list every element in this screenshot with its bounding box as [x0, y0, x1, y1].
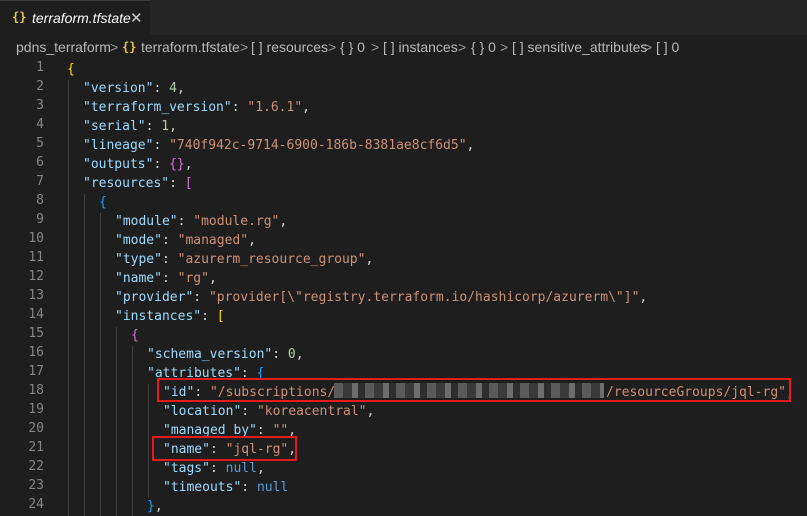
- line-number: 11: [28, 250, 44, 265]
- code-line-2: "version": 4,: [83, 81, 185, 96]
- code-line-22: "tags": null,: [163, 461, 265, 476]
- code-line-1: {: [67, 62, 75, 77]
- line-number: 14: [28, 307, 44, 322]
- line-number: 19: [28, 402, 44, 417]
- breadcrumb-item-instance-0[interactable]: { } 0: [471, 39, 496, 55]
- breadcrumb-item-sensitive-attributes[interactable]: [ ] sensitive_attributes: [512, 39, 647, 55]
- chevron-right-icon: >: [240, 39, 249, 55]
- chevron-right-icon: >: [328, 39, 337, 55]
- breadcrumb-file[interactable]: terraform.tfstate: [141, 39, 240, 55]
- code-line-13: "provider": "provider[\"registry.terrafo…: [115, 290, 648, 305]
- line-number: 13: [28, 288, 44, 303]
- line-number: 6: [36, 155, 44, 170]
- tab-title: terraform.tfstate: [32, 10, 131, 26]
- code-line-11: "type": "azurerm_resource_group",: [115, 252, 374, 267]
- highlight-box-id: [157, 378, 791, 402]
- chevron-right-icon: >: [458, 39, 467, 55]
- line-number: 16: [28, 345, 44, 360]
- code-line-23: "timeouts": null: [163, 480, 289, 495]
- code-line-16: "schema_version": 0,: [147, 347, 304, 362]
- tab-terraform-tfstate[interactable]: {} terraform.tfstate ✕: [0, 0, 150, 35]
- line-number: 1: [36, 60, 44, 75]
- breadcrumb-item-sensitive-0[interactable]: [ ] 0: [656, 39, 679, 55]
- chevron-right-icon: >: [371, 39, 380, 55]
- breadcrumb: pdns_terraform > {} terraform.tfstate > …: [0, 36, 807, 58]
- code-line-12: "name": "rg",: [115, 271, 217, 286]
- code-line-4: "serial": 1,: [83, 119, 177, 134]
- line-number: 18: [28, 383, 44, 398]
- close-icon[interactable]: ✕: [130, 9, 143, 27]
- line-number: 5: [36, 136, 44, 151]
- code-line-5: "lineage": "740f942c-9714-6900-186b-8381…: [83, 138, 475, 153]
- line-number: 23: [28, 478, 44, 493]
- line-number: 24: [28, 497, 44, 512]
- code-line-8: {: [99, 195, 107, 210]
- code-line-9: "module": "module.rg",: [115, 214, 288, 229]
- code-line-3: "terraform_version": "1.6.1",: [83, 100, 310, 115]
- breadcrumb-folder[interactable]: pdns_terraform: [16, 39, 111, 55]
- json-braces-icon: {}: [12, 10, 27, 24]
- breadcrumb-item-resource-0[interactable]: { } 0: [340, 39, 365, 55]
- tab-bar: {} terraform.tfstate ✕: [0, 0, 807, 35]
- chevron-right-icon: >: [110, 39, 119, 55]
- line-number: 12: [28, 269, 44, 284]
- line-number: 9: [36, 212, 44, 227]
- line-number: 8: [36, 193, 44, 208]
- highlight-box-name: [152, 436, 297, 461]
- line-number: 21: [28, 440, 44, 455]
- code-line-24: },: [147, 499, 163, 514]
- line-number: 2: [36, 79, 44, 94]
- code-line-7: "resources": [: [83, 176, 193, 191]
- line-number: 20: [28, 421, 44, 436]
- chevron-right-icon: >: [644, 39, 653, 55]
- code-line-6: "outputs": {},: [83, 157, 193, 172]
- breadcrumb-item-resources[interactable]: [ ] resources: [251, 39, 328, 55]
- code-line-10: "mode": "managed",: [115, 233, 256, 248]
- breadcrumb-item-instances[interactable]: [ ] instances: [383, 39, 458, 55]
- line-number: 22: [28, 459, 44, 474]
- line-number: 7: [36, 174, 44, 189]
- line-number: 10: [28, 231, 44, 246]
- line-number: 15: [28, 326, 44, 341]
- code-line-14: "instances": [: [115, 309, 225, 324]
- code-line-15: {: [131, 328, 139, 343]
- code-line-19: "location": "koreacentral",: [163, 404, 375, 419]
- json-braces-icon: {}: [122, 40, 137, 54]
- chevron-right-icon: >: [500, 39, 509, 55]
- line-number: 17: [28, 364, 44, 379]
- line-number: 3: [36, 98, 44, 113]
- line-number: 4: [36, 117, 44, 132]
